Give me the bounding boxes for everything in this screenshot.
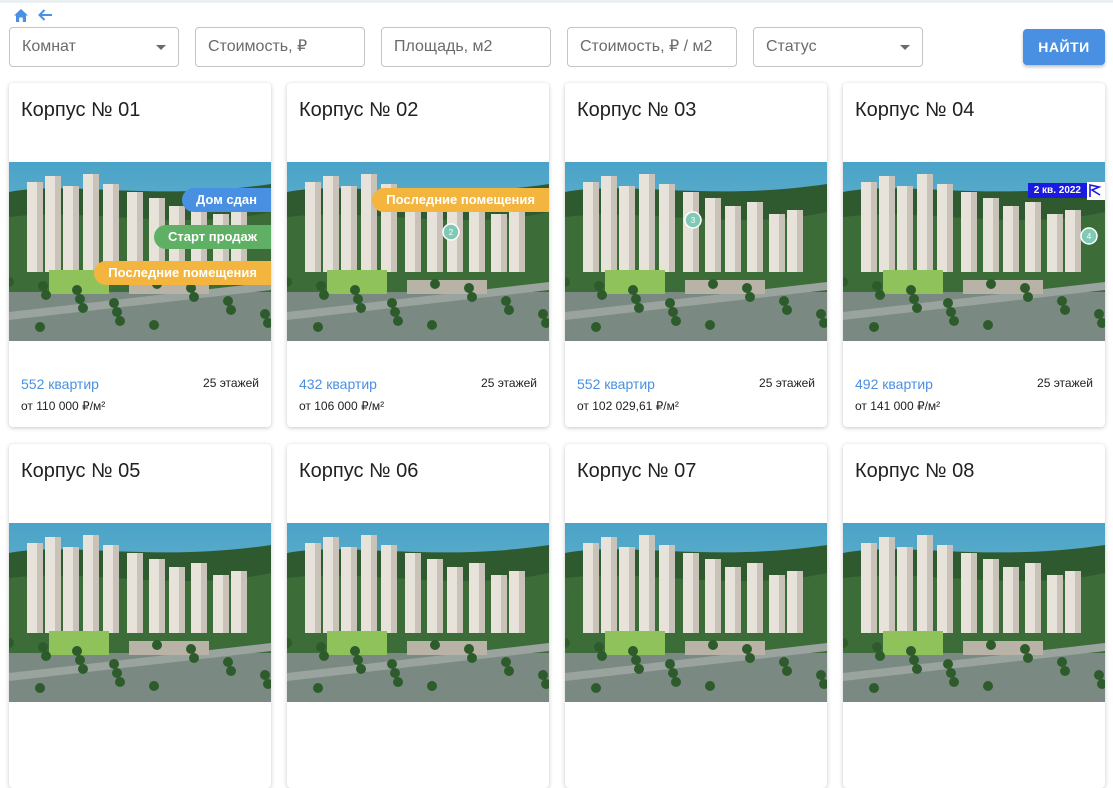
find-button[interactable]: НАЙТИ — [1023, 29, 1105, 65]
floors-count: 25 этажей — [1037, 376, 1093, 390]
deadline-tag: 2 кв. 2022 — [1027, 183, 1087, 198]
building-render-image: 3 — [565, 162, 827, 341]
status-badge: Последние помещения — [94, 261, 271, 285]
apartments-link[interactable]: 492 квартир — [855, 376, 933, 392]
svg-text:4: 4 — [1087, 232, 1092, 241]
floors-count: 25 этажей — [203, 376, 259, 390]
building-render-image — [565, 523, 827, 702]
home-icon[interactable] — [12, 6, 30, 24]
card-title: Корпус № 01 — [21, 99, 141, 121]
building-card[interactable]: Корпус № 06 — [287, 444, 549, 788]
svg-text:3: 3 — [691, 216, 696, 225]
apartments-link[interactable]: 552 квартир — [21, 376, 99, 392]
chevron-down-icon — [156, 45, 166, 50]
price-per-m2: от 110 000 ₽/м² — [21, 399, 106, 413]
filter-bar: Комнат Статус — [9, 27, 923, 67]
rooms-select[interactable]: Комнат — [9, 27, 179, 67]
card-title: Корпус № 07 — [577, 460, 697, 482]
apartments-link[interactable]: 432 квартир — [299, 376, 377, 392]
floors-count: 25 этажей — [759, 376, 815, 390]
card-title: Корпус № 02 — [299, 99, 419, 121]
card-title: Корпус № 08 — [855, 460, 975, 482]
building-card[interactable]: Корпус № 01 Дом сдан Старт продаж Последние… — [9, 83, 271, 427]
nav-icons — [12, 6, 54, 24]
card-title: Корпус № 04 — [855, 99, 975, 121]
price-per-m2: от 141 000 ₽/м² — [855, 399, 941, 413]
building-card[interactable]: Корпус № 05 — [9, 444, 271, 788]
price-per-m2: от 106 000 ₽/м² — [299, 399, 385, 413]
price-field[interactable] — [195, 27, 365, 67]
area-input[interactable] — [394, 38, 538, 56]
chevron-down-icon — [900, 45, 910, 50]
building-card[interactable]: Корпус № 07 — [565, 444, 827, 788]
building-card[interactable]: Корпус № 02 2 Последние помещения 432 кварт… — [287, 83, 549, 427]
status-select-value: Статус — [766, 38, 817, 55]
card-title: Корпус № 06 — [299, 460, 419, 482]
price-per-m2-input[interactable] — [580, 38, 724, 56]
top-divider — [0, 0, 1113, 3]
floors-count: 25 этажей — [481, 376, 537, 390]
building-render-image — [843, 523, 1105, 702]
price-input[interactable] — [208, 38, 352, 56]
building-card[interactable]: Корпус № 04 4 2 кв. 2022 492 квартир 25 этаж… — [843, 83, 1105, 427]
building-render-image — [287, 523, 549, 702]
status-badge: Дом сдан — [182, 188, 271, 212]
apartments-link[interactable]: 552 квартир — [577, 376, 655, 392]
area-field[interactable] — [381, 27, 551, 67]
building-render-image — [9, 523, 271, 702]
arrow-left-icon[interactable] — [36, 6, 54, 24]
card-title: Корпус № 05 — [21, 460, 141, 482]
svg-text:2: 2 — [449, 228, 454, 237]
card-title: Корпус № 03 — [577, 99, 697, 121]
price-per-m2: от 102 029,61 ₽/м² — [577, 399, 679, 413]
status-badge: Старт продаж — [154, 225, 271, 249]
flag-icon — [1087, 182, 1105, 200]
building-card[interactable]: Корпус № 08 — [843, 444, 1105, 788]
price-per-m2-field[interactable] — [567, 27, 737, 67]
status-badge: Последние помещения — [372, 188, 549, 212]
status-select[interactable]: Статус — [753, 27, 923, 67]
rooms-select-value: Комнат — [22, 38, 76, 55]
building-card[interactable]: Корпус № 03 3 552 квартир 25 этажей от 102 0… — [565, 83, 827, 427]
